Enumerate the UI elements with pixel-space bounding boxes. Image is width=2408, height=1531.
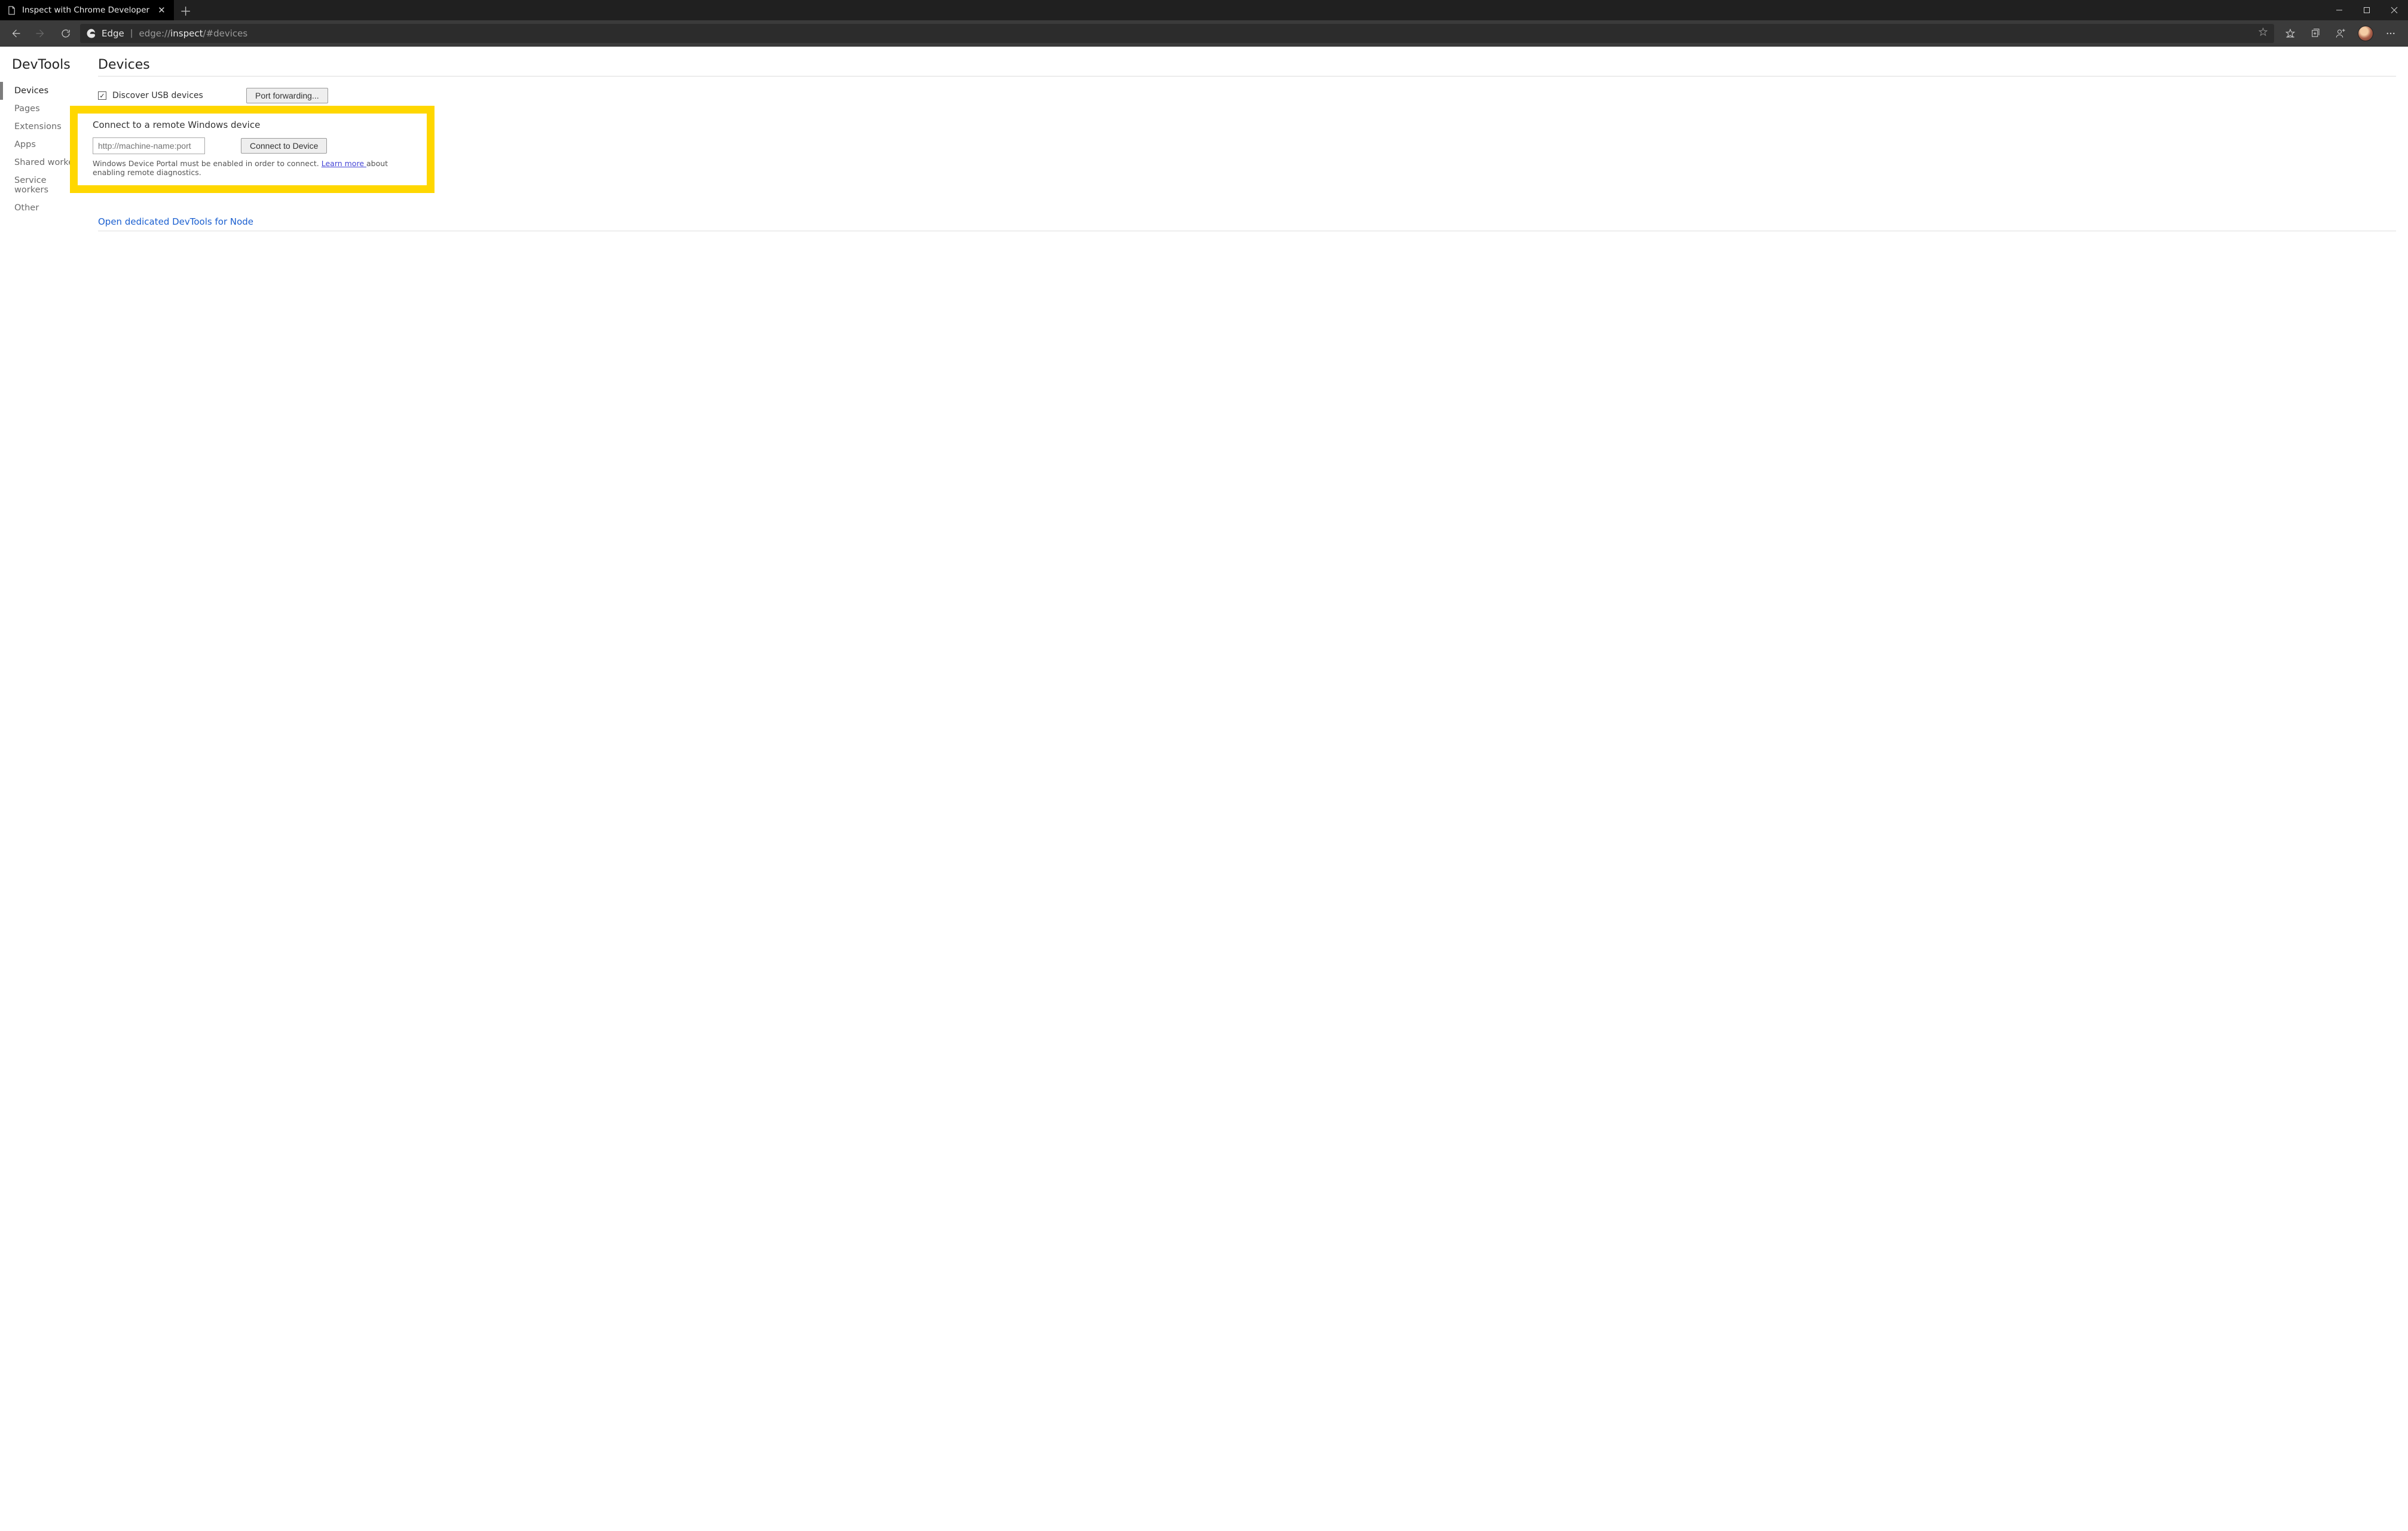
profile-icon[interactable] — [2328, 24, 2353, 43]
address-bar[interactable]: Edge | edge://inspect/#devices — [80, 24, 2274, 43]
address-url: edge://inspect/#devices — [139, 28, 247, 39]
tab-title: Inspect with Chrome Developer — [22, 5, 149, 15]
close-window-button[interactable] — [2381, 0, 2408, 20]
learn-more-link[interactable]: Learn more — [322, 159, 366, 168]
remote-device-panel: Connect to a remote Windows device Conne… — [70, 106, 435, 193]
toolbar: Edge | edge://inspect/#devices — [0, 20, 2408, 47]
sidebar-title: DevTools — [0, 57, 90, 82]
browser-label: Edge — [102, 28, 124, 39]
connect-to-device-button[interactable]: Connect to Device — [241, 138, 327, 154]
open-node-devtools-link[interactable]: Open dedicated DevTools for Node — [98, 216, 253, 227]
avatar[interactable] — [2353, 24, 2378, 43]
sidebar: DevTools Devices Pages Extensions Apps S… — [0, 47, 90, 1531]
remote-device-title: Connect to a remote Windows device — [93, 120, 412, 130]
new-tab-button[interactable]: ＋ — [174, 0, 198, 20]
checkbox-discover-usb[interactable] — [98, 91, 106, 100]
sidebar-item-devices[interactable]: Devices — [0, 82, 90, 100]
maximize-button[interactable] — [2353, 0, 2381, 20]
option-discover-usb: Discover USB devices Port forwarding... — [98, 85, 2396, 106]
sidebar-item-other[interactable]: Other — [0, 199, 90, 217]
collections-icon[interactable] — [2303, 24, 2328, 43]
forward-button[interactable] — [30, 24, 51, 43]
page-body: DevTools Devices Pages Extensions Apps S… — [0, 47, 2408, 1531]
titlebar: Inspect with Chrome Developer ✕ ＋ — [0, 0, 2408, 20]
minimize-button[interactable] — [2326, 0, 2353, 20]
toolbar-right — [2278, 24, 2403, 43]
page-icon — [7, 6, 16, 15]
edge-logo-icon: Edge — [86, 28, 124, 39]
node-devtools-row: Open dedicated DevTools for Node — [98, 216, 2396, 227]
favorites-icon[interactable] — [2278, 24, 2303, 43]
tab-close-icon[interactable]: ✕ — [155, 5, 168, 16]
page-heading: Devices — [98, 57, 2396, 72]
label-discover-usb: Discover USB devices — [112, 91, 203, 100]
content: Devices Discover USB devices Port forwar… — [90, 47, 2408, 1531]
address-separator: | — [130, 29, 133, 38]
window-controls — [2326, 0, 2408, 20]
refresh-button[interactable] — [55, 24, 77, 43]
option-discover-network: Discover network targets Configure... — [98, 106, 2396, 128]
back-button[interactable] — [5, 24, 26, 43]
browser-tab[interactable]: Inspect with Chrome Developer ✕ — [0, 0, 174, 20]
favorite-star-icon[interactable] — [2258, 27, 2268, 39]
port-forwarding-button[interactable]: Port forwarding... — [246, 88, 328, 103]
remote-url-input[interactable] — [93, 137, 205, 154]
more-menu-icon[interactable] — [2378, 24, 2403, 43]
remote-device-note: Windows Device Portal must be enabled in… — [93, 159, 412, 177]
